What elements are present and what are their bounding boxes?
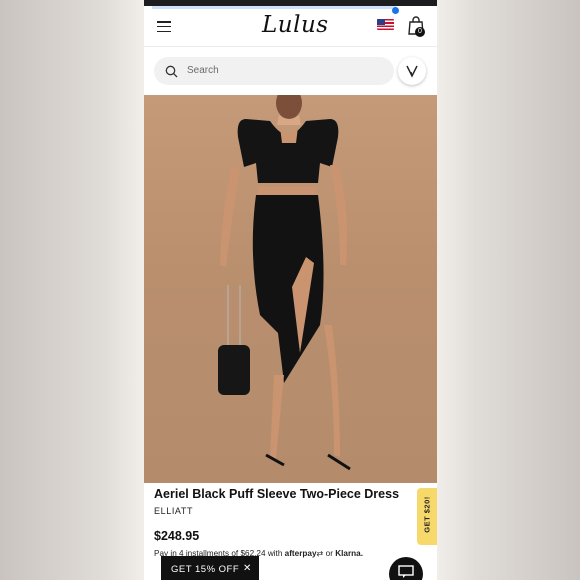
- close-icon[interactable]: ✕: [243, 563, 251, 574]
- afterpay-arrows-icon: ⇄: [316, 549, 324, 558]
- search-placeholder: Search: [187, 65, 219, 76]
- promo-banner-text: GET 15% OFF: [171, 564, 240, 575]
- lulus-logo[interactable]: Lulus: [262, 12, 329, 38]
- search-bar: Search: [154, 57, 429, 85]
- us-flag-icon[interactable]: [377, 19, 394, 30]
- chat-button[interactable]: [389, 557, 423, 580]
- chat-icon: [398, 565, 414, 578]
- heart-icon: [406, 65, 418, 78]
- cart-count-badge: 0: [415, 27, 425, 37]
- klarna-logo[interactable]: Klarna.: [335, 549, 363, 558]
- get-20-promo-tab[interactable]: GET $20!: [417, 488, 437, 545]
- phone-screen: Lulus 0 Search Aeriel Black Puff Sleeve …: [144, 0, 437, 580]
- promo-banner[interactable]: GET 15% OFF ✕: [161, 556, 259, 580]
- site-header: Lulus 0: [144, 10, 437, 46]
- get-20-label: GET $20!: [422, 496, 432, 533]
- search-icon: [165, 65, 178, 78]
- afterpay-logo[interactable]: afterpay: [285, 549, 317, 558]
- hamburger-menu-icon[interactable]: [157, 21, 171, 33]
- model-photo-figure: [218, 95, 351, 471]
- installments-with: with: [267, 549, 283, 558]
- installments-or: or: [325, 549, 333, 558]
- product-price: $248.95: [154, 529, 200, 543]
- wishlist-button[interactable]: [398, 57, 426, 85]
- product-brand[interactable]: ELLIATT: [154, 506, 193, 516]
- product-image[interactable]: [144, 95, 437, 483]
- search-input[interactable]: Search: [154, 57, 394, 85]
- header-divider: [144, 46, 437, 47]
- product-title: Aeriel Black Puff Sleeve Two-Piece Dress: [154, 487, 400, 501]
- page-load-progress-bar: [152, 6, 396, 9]
